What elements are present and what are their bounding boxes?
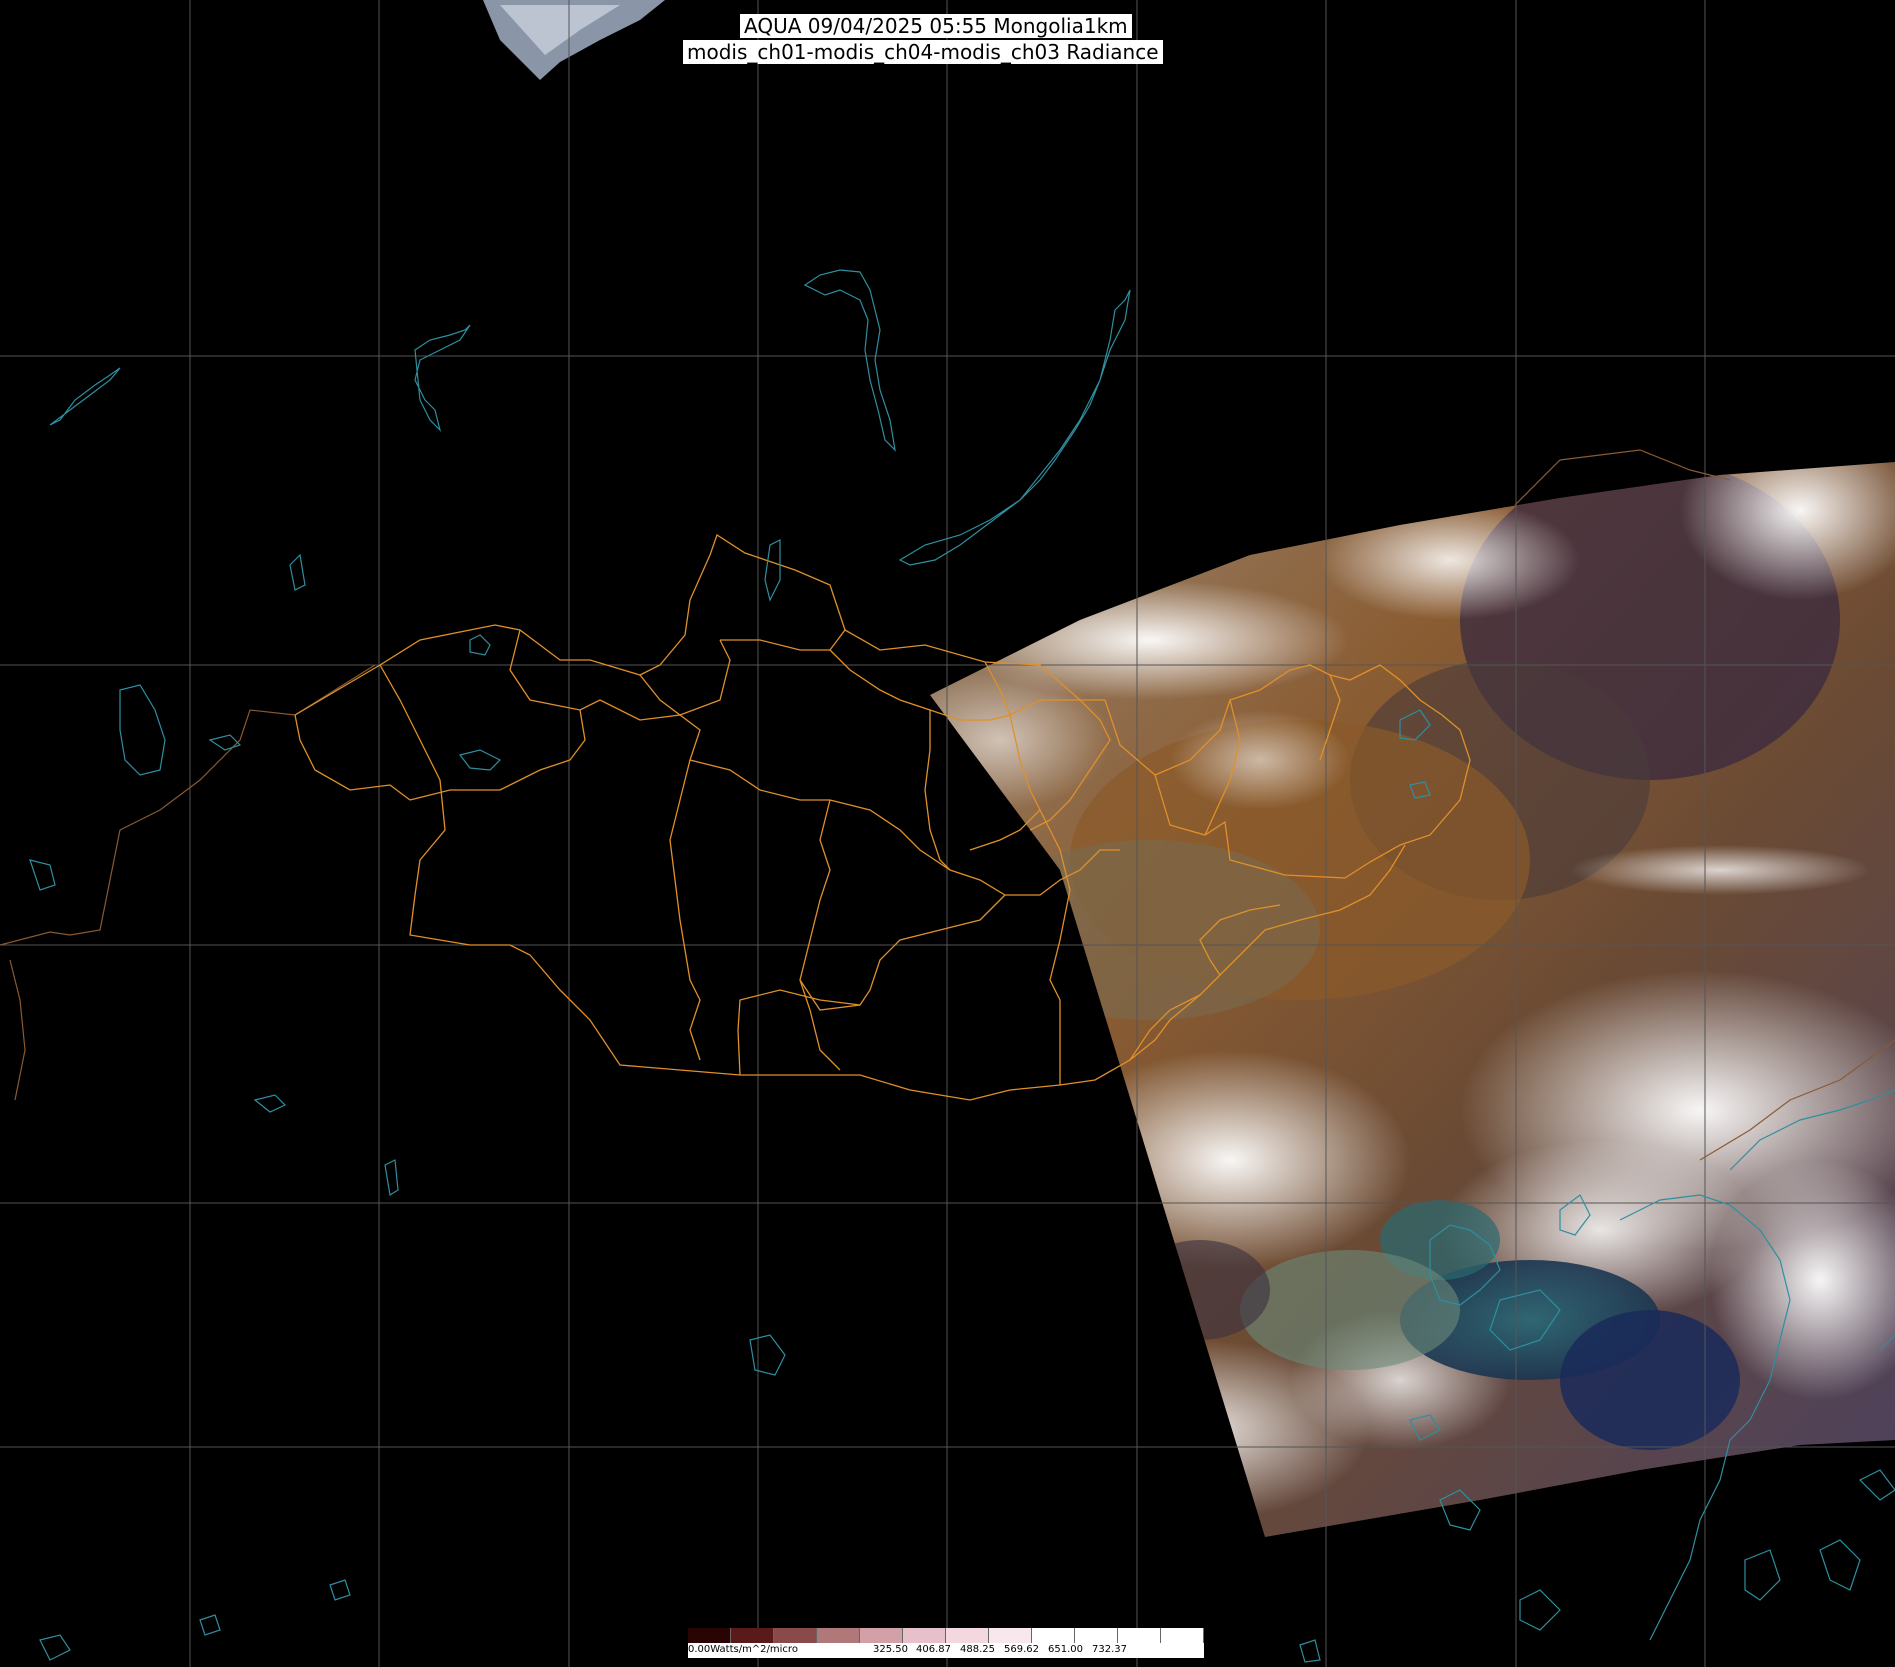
map-subtitle: modis_ch01-modis_ch04-modis_ch03 Radianc… — [683, 40, 1163, 64]
colorbar-segment — [946, 1628, 989, 1643]
colorbar-segment — [1032, 1628, 1075, 1643]
colorbar-tick: 406.87 — [916, 1644, 951, 1655]
colorbar-segment — [774, 1628, 817, 1643]
colorbar-segment — [1075, 1628, 1118, 1643]
colorbar-segment — [731, 1628, 774, 1643]
colorbar-tick: 732.37 — [1092, 1644, 1127, 1655]
colorbar-segment — [903, 1628, 946, 1643]
colorbar-unit-label: 0.00Watts/m^2/micro — [688, 1644, 798, 1655]
map-title: AQUA 09/04/2025 05:55 Mongolia1km — [740, 14, 1132, 38]
colorbar-segment — [817, 1628, 860, 1643]
colorbar-segment — [989, 1628, 1032, 1643]
colorbar-segment — [860, 1628, 903, 1643]
colorbar-legend: 0.00Watts/m^2/micro 325.50 406.87 488.25… — [688, 1628, 1204, 1658]
colorbar-labels: 0.00Watts/m^2/micro 325.50 406.87 488.25… — [688, 1643, 1204, 1658]
colorbar-segment — [688, 1628, 731, 1643]
colorbar-segment — [1118, 1628, 1161, 1643]
satellite-map — [0, 0, 1895, 1667]
colorbar-tick: 569.62 — [1004, 1644, 1039, 1655]
colorbar-tick: 651.00 — [1048, 1644, 1083, 1655]
colorbar-segment — [1161, 1628, 1204, 1643]
colorbar-tick: 488.25 — [960, 1644, 995, 1655]
colorbar-tick: 325.50 — [873, 1644, 908, 1655]
colorbar-strip — [688, 1628, 1204, 1643]
